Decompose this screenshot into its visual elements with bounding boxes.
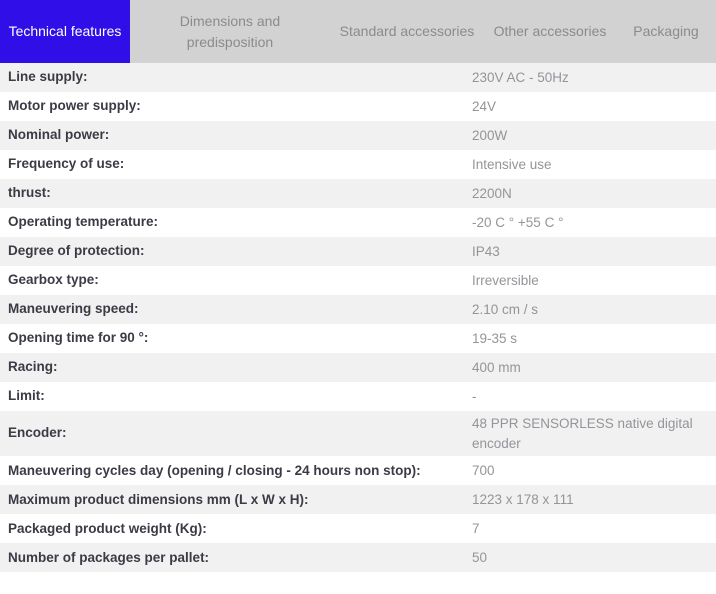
spec-label: Encoder: [8,425,67,441]
spec-label: thrust: [8,185,51,201]
tab-label: Other accessories [493,23,607,40]
spec-label: Gearbox type: [8,272,99,288]
spec-value: 7 [472,520,480,536]
spec-value: 700 [472,462,495,478]
spec-value: 2.10 cm / s [472,301,539,317]
spec-label: Packaged product weight (Kg): [8,520,207,536]
spec-value: 230V AC - 50Hz [472,69,569,85]
tab-packaging[interactable]: Packaging [616,0,716,63]
spec-value: Irreversible [472,272,539,288]
spec-label: Degree of protection: [8,243,145,259]
spec-label: Operating temperature: [8,214,159,230]
spec-label: Limit: [8,388,45,404]
table-row: Racing: 400 mm [0,353,716,382]
spec-label: Nominal power: [8,127,110,143]
table-row: Nominal power: 200W [0,121,716,150]
spec-value: 24V [472,98,497,114]
spec-value: - [472,388,477,404]
tab-label: Standard accessories [339,23,475,40]
spec-value: 1223 x 178 x 111 [472,491,574,507]
product-spec-panel: Technical features Dimensions and predis… [0,0,716,573]
tab-label: Dimensions and predisposition [179,13,281,50]
spec-value: 48 PPR SENSORLESS native digital encoder [472,416,693,451]
table-row: Packaged product weight (Kg): 7 [0,514,716,544]
table-row: Maneuvering cycles day (opening / closin… [0,456,716,486]
spec-label: Motor power supply: [8,98,141,114]
spec-label: Number of packages per pallet: [8,549,210,565]
table-row: Line supply: 230V AC - 50Hz [0,63,716,92]
table-row: thrust: 2200N [0,179,716,208]
spec-table: Line supply: 230V AC - 50Hz Motor power … [0,63,716,573]
tab-standard-accessories[interactable]: Standard accessories [330,0,484,63]
table-row: Number of packages per pallet: 50 [0,543,716,573]
spec-value: 19-35 s [472,330,518,346]
tab-dimensions-and-predisposition[interactable]: Dimensions and predisposition [130,0,330,63]
spec-value: Intensive use [472,156,552,172]
table-row: Maximum product dimensions mm (L x W x H… [0,485,716,515]
tab-other-accessories[interactable]: Other accessories [484,0,616,63]
spec-value: IP43 [472,243,500,259]
spec-label: Maneuvering speed: [8,301,139,317]
spec-label: Maximum product dimensions mm (L x W x H… [8,491,309,507]
table-row: Motor power supply: 24V [0,92,716,121]
spec-tabbar: Technical features Dimensions and predis… [0,0,716,63]
spec-value: -20 C ° +55 C ° [472,214,564,230]
table-row: Operating temperature: -20 C ° +55 C ° [0,208,716,237]
table-row: Degree of protection: IP43 [0,237,716,266]
table-row: Maneuvering speed: 2.10 cm / s [0,295,716,324]
spec-label: Frequency of use: [8,156,125,172]
spec-label: Line supply: [8,69,88,85]
spec-label: Maneuvering cycles day (opening / closin… [8,462,421,478]
spec-value: 400 mm [472,359,521,375]
tab-label: Technical features [8,23,122,40]
spec-value: 2200N [472,185,512,201]
table-row: Frequency of use: Intensive use [0,150,716,179]
spec-value: 50 [472,549,488,565]
table-row: Encoder: 48 PPR SENSORLESS native digita… [0,411,716,457]
tab-technical-features[interactable]: Technical features [0,0,130,63]
spec-label: Opening time for 90 °: [8,330,149,346]
spec-value: 200W [472,127,508,143]
table-row: Gearbox type: Irreversible [0,266,716,295]
table-row: Opening time for 90 °: 19-35 s [0,324,716,353]
tab-label: Packaging [633,23,699,40]
spec-label: Racing: [8,359,58,375]
table-row: Limit: - [0,382,716,411]
